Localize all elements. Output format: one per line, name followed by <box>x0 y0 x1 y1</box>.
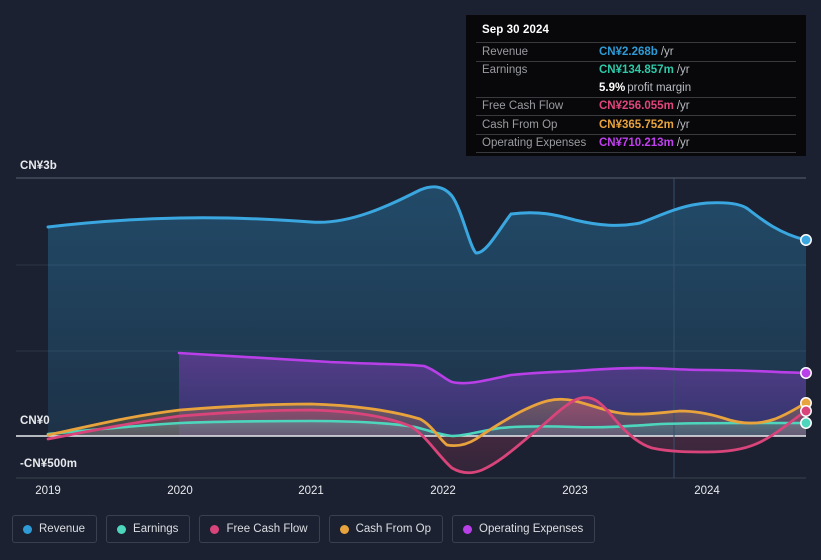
x-axis-label-2020: 2020 <box>167 485 193 497</box>
tooltip-value-operating-expenses: CN¥710.213m <box>599 137 674 150</box>
legend-label-cash-from-op: Cash From Op <box>355 523 432 535</box>
tooltip-label-revenue: Revenue <box>482 45 529 58</box>
tooltip-label-operating-expenses: Operating Expenses <box>482 137 587 150</box>
endpoint-earnings <box>800 417 812 429</box>
x-axis-label-2024: 2024 <box>694 485 720 497</box>
legend-item-revenue[interactable]: Revenue <box>12 515 98 543</box>
tooltip-label-cash-from-op: Cash From Op <box>482 118 558 131</box>
tooltip-value-free-cash-flow: CN¥256.055m <box>599 100 674 113</box>
legend-dot-operating-expenses-icon <box>463 524 473 534</box>
y-axis-label-zero: CN¥0 <box>20 415 50 427</box>
legend-item-operating-expenses[interactable]: Operating Expenses <box>452 515 596 543</box>
x-axis-label-2022: 2022 <box>430 485 456 497</box>
tooltip-unit-cash-from-op: /yr <box>676 118 690 131</box>
data-tooltip: Sep 30 2024 Revenue CN¥2.268b /yr Earnin… <box>466 15 806 156</box>
tooltip-row-operating-expenses: Operating Expenses CN¥710.213m /yr <box>476 133 796 153</box>
y-axis-label-bottom: -CN¥500m <box>20 458 78 470</box>
tooltip-unit-operating-expenses: /yr <box>676 137 690 150</box>
tooltip-value-earnings: CN¥134.857m <box>599 64 674 77</box>
chart-legend: Revenue Earnings Free Cash Flow Cash Fro… <box>12 515 596 543</box>
x-axis-label-2023: 2023 <box>562 485 588 497</box>
legend-label-earnings: Earnings <box>133 523 179 535</box>
endpoint-revenue <box>800 234 812 246</box>
legend-label-operating-expenses: Operating Expenses <box>479 523 584 535</box>
endpoint-opex <box>800 367 812 379</box>
tooltip-row-revenue: Revenue CN¥2.268b /yr <box>476 42 796 61</box>
legend-dot-revenue-icon <box>23 524 32 534</box>
legend-label-revenue: Revenue <box>39 523 86 535</box>
tooltip-unit-revenue: /yr <box>660 45 674 58</box>
tooltip-sub-profit-margin: profit margin <box>627 81 692 94</box>
tooltip-value-profit-margin: 5.9% <box>599 81 626 94</box>
y-axis-label-top: CN¥3b <box>20 160 57 172</box>
tooltip-unit-earnings: /yr <box>676 64 690 77</box>
tooltip-row-cash-from-op: Cash From Op CN¥365.752m /yr <box>476 115 796 134</box>
tooltip-value-revenue: CN¥2.268b <box>599 45 658 58</box>
endpoint-free-cash-flow <box>800 405 812 417</box>
tooltip-row-profit-margin: 5.9% profit margin <box>476 79 796 97</box>
financial-performance-chart: CN¥3b CN¥0 -CN¥500m 2019 2020 2021 2022 … <box>0 0 821 560</box>
tooltip-unit-free-cash-flow: /yr <box>676 100 690 113</box>
tooltip-row-free-cash-flow: Free Cash Flow CN¥256.055m /yr <box>476 96 796 116</box>
x-axis-label-2021: 2021 <box>298 485 324 497</box>
legend-item-cash-from-op[interactable]: Cash From Op <box>328 515 444 543</box>
tooltip-label-earnings: Earnings <box>482 64 528 77</box>
x-axis-label-2019: 2019 <box>35 485 61 497</box>
tooltip-label-free-cash-flow: Free Cash Flow <box>482 100 564 113</box>
legend-dot-cash-from-op-icon <box>339 524 349 534</box>
legend-item-earnings[interactable]: Earnings <box>106 515 191 543</box>
legend-label-free-cash-flow: Free Cash Flow <box>226 523 308 535</box>
legend-item-free-cash-flow[interactable]: Free Cash Flow <box>199 515 320 543</box>
tooltip-row-earnings: Earnings CN¥134.857m /yr <box>476 60 796 80</box>
legend-dot-free-cash-flow-icon <box>210 524 220 534</box>
tooltip-value-cash-from-op: CN¥365.752m <box>599 118 674 131</box>
tooltip-date: Sep 30 2024 <box>482 24 549 36</box>
legend-dot-earnings-icon <box>117 524 127 534</box>
